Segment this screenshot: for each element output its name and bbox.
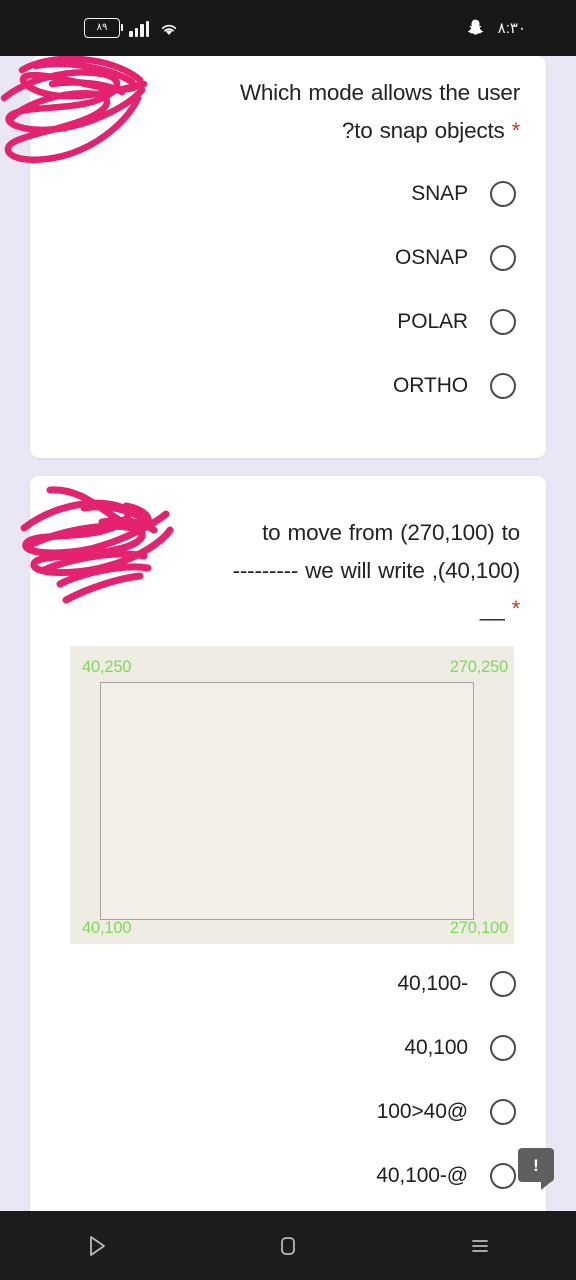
wifi-icon (161, 24, 177, 35)
question-2-options: -40,100 40,100 @40<100 @-40,100 (30, 952, 546, 1208)
diagram-label-bottom-right: 270,100 (449, 919, 508, 937)
option-label: 40,100 (404, 1036, 468, 1059)
cellular-signal-icon (129, 20, 149, 37)
question-1-options: SNAP OSNAP POLAR ORTHO (30, 162, 546, 418)
option-row[interactable]: POLAR (60, 290, 516, 354)
status-bar-left-group: ٨٩ (84, 18, 180, 38)
option-label: ORTHO (393, 374, 468, 397)
warning-tooltip-bubble[interactable]: ! (518, 1148, 554, 1190)
exclamation-icon: ! (533, 1155, 539, 1175)
recents-menu-icon (472, 1239, 488, 1252)
radio-button-icon[interactable] (490, 373, 516, 399)
diagram-rectangle-shape (100, 682, 474, 920)
snapchat-icon (467, 19, 483, 35)
battery-icon: ٨٩ (84, 18, 123, 38)
option-row[interactable]: 40,100 (60, 1016, 516, 1080)
diagram-label-top-right: 270,250 (449, 658, 508, 676)
question-2-line-2: (40,100), we will write --------- (232, 558, 521, 583)
radio-button-icon[interactable] (490, 1163, 516, 1189)
option-row[interactable]: @-40,100 (60, 1144, 516, 1208)
question-2-title: to move from (270,100) to (40,100), we w… (30, 476, 546, 628)
question-2-line-1: to move from (270,100) to (262, 520, 520, 545)
question-1-title: Which mode allows the user * to snap obj… (30, 56, 546, 150)
diagram-label-top-left: 40,250 (82, 658, 132, 676)
question-card-2: to move from (270,100) to (40,100), we w… (30, 476, 546, 1211)
status-bar: ٨٩ ٨:٣٠ (0, 0, 576, 56)
required-asterisk-1: * (511, 118, 521, 143)
back-button[interactable] (64, 1220, 128, 1272)
android-navigation-bar (0, 1211, 576, 1280)
battery-level-label: ٨٩ (96, 22, 108, 33)
back-triangle-icon (90, 1235, 105, 1256)
phone-screen: ٨٩ ٨:٣٠ Which mode allows the user * to … (0, 0, 576, 1280)
diagram-label-bottom-left: 40,100 (82, 919, 132, 937)
radio-button-icon[interactable] (490, 1035, 516, 1061)
option-label: OSNAP (394, 246, 468, 269)
option-label: SNAP (411, 182, 468, 205)
required-asterisk-2: * (511, 596, 521, 621)
coordinate-rectangle-diagram: 40,250 270,250 40,100 270,100 (70, 646, 514, 944)
radio-button-icon[interactable] (490, 1099, 516, 1125)
radio-button-icon[interactable] (490, 245, 516, 271)
recents-button[interactable] (448, 1220, 512, 1272)
radio-button-icon[interactable] (490, 309, 516, 335)
option-row[interactable]: SNAP (60, 162, 516, 226)
question-1-line-1: Which mode allows the user (239, 80, 520, 105)
option-row[interactable]: @40<100 (60, 1080, 516, 1144)
question-card-1: Which mode allows the user * to snap obj… (30, 56, 546, 458)
form-scroll-area[interactable]: Which mode allows the user * to snap obj… (0, 56, 576, 1211)
home-button[interactable] (256, 1220, 320, 1272)
option-row[interactable]: ORTHO (60, 354, 516, 418)
status-bar-clock: ٨:٣٠ (497, 20, 526, 37)
radio-button-icon[interactable] (490, 181, 516, 207)
question-1-line-2: to snap objects? (341, 118, 505, 143)
radio-button-icon[interactable] (490, 971, 516, 997)
option-label: -40,100 (397, 972, 468, 995)
option-label: @40<100 (376, 1100, 468, 1123)
option-label: POLAR (397, 310, 468, 333)
home-square-icon (281, 1236, 295, 1255)
question-2-line-3: __ (479, 596, 505, 621)
option-row[interactable]: -40,100 (60, 952, 516, 1016)
option-row[interactable]: OSNAP (60, 226, 516, 290)
status-bar-right-group: ٨:٣٠ (466, 18, 526, 38)
option-label: @-40,100 (376, 1164, 468, 1187)
